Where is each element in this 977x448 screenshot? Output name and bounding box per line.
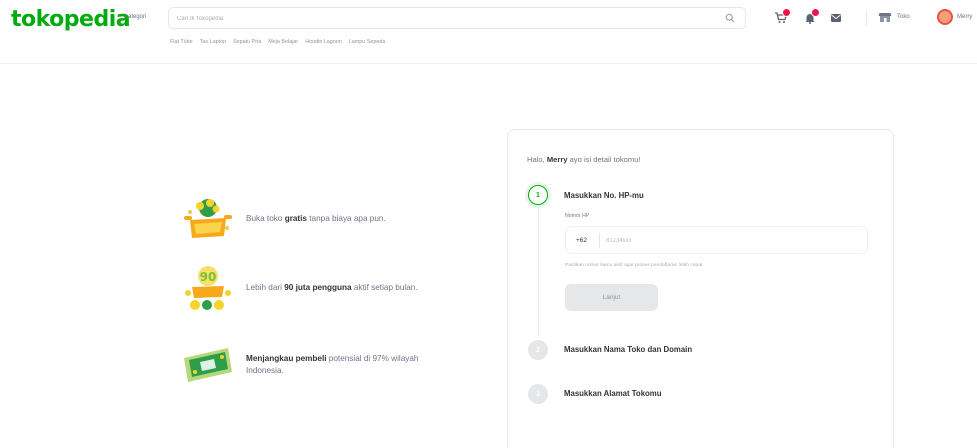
search-bar: [168, 7, 746, 29]
benefit-text: Menjangkau pembeli potensial di 97% wila…: [246, 354, 419, 375]
search-icon: [725, 13, 735, 23]
phone-input[interactable]: [606, 234, 856, 248]
benefit-text: Buka toko gratis tanpa biaya apa pun.: [246, 214, 386, 223]
suggestion-link[interactable]: Sepatu Pria: [233, 39, 261, 45]
cart-button[interactable]: [771, 8, 791, 27]
suggestion-link[interactable]: Meja Belajar: [268, 39, 298, 45]
reach-illustration: [184, 348, 232, 382]
step-3-indicator: 3: [528, 384, 548, 404]
step-1-indicator: 1: [528, 185, 548, 205]
stepper-line: [537, 208, 539, 336]
user-name: Merry: [957, 14, 973, 20]
country-code: +62: [576, 237, 588, 244]
next-button[interactable]: Lanjut: [565, 284, 658, 311]
header-divider: [866, 10, 867, 26]
search-button[interactable]: [715, 8, 745, 28]
store-icon: [878, 13, 892, 22]
ninety-icon: 90: [200, 270, 217, 284]
suggestion-link[interactable]: Tas Laptop: [200, 39, 226, 45]
phone-hint: Pastikan nomor kamu aktif agar proses pe…: [565, 263, 703, 268]
registration-card: Halo, Merry ayo isi detail tokomu! 1 Mas…: [507, 129, 894, 448]
notification-button[interactable]: [800, 8, 820, 27]
phone-field: +62: [565, 226, 868, 254]
greeting: Halo, Merry ayo isi detail tokomu!: [527, 155, 641, 164]
inbox-button[interactable]: [826, 9, 846, 27]
search-input[interactable]: [177, 11, 697, 26]
store-button[interactable]: Toko: [878, 11, 910, 23]
avatar: [937, 9, 953, 25]
benefit-text: Lebih dari 90 juta pengguna aktif setiap…: [246, 283, 418, 292]
suggestion-link[interactable]: Lampu Sepeda: [349, 39, 386, 45]
mail-icon: [831, 14, 841, 22]
phone-label: Nomor HP: [565, 213, 590, 219]
cart-badge: [782, 8, 791, 17]
top-header: tokopedia Kategori Flat Tübe Tas Laptop …: [0, 0, 977, 64]
benefit-item: Menjangkau pembeli potensial di 97% wila…: [180, 340, 446, 390]
users-illustration: 90: [185, 266, 231, 310]
step-2-indicator: 2: [528, 340, 548, 360]
store-label: Toko: [897, 14, 910, 20]
suggestion-link[interactable]: Hoodie Lagoon: [305, 39, 342, 45]
search-suggestions: Flat Tübe Tas Laptop Sepatu Pria Meja Be…: [170, 39, 385, 45]
phone-separator: [599, 233, 600, 248]
user-menu[interactable]: Merry: [937, 9, 972, 25]
free-store-illustration: [184, 199, 232, 238]
step-3-title: Masukkan Alamat Tokomu: [564, 389, 662, 398]
benefit-item: Buka toko gratis tanpa biaya apa pun.: [180, 194, 446, 244]
notification-badge: [811, 8, 820, 17]
tokopedia-logo[interactable]: tokopedia: [11, 7, 131, 32]
kategori-menu[interactable]: Kategori: [124, 14, 146, 20]
suggestion-link[interactable]: Flat Tübe: [170, 39, 193, 45]
step-2-title: Masukkan Nama Toko dan Domain: [564, 345, 693, 354]
benefit-item: 90 Lebih dari 90 juta pengguna aktif set…: [180, 263, 446, 313]
step-1-title: Masukkan No. HP-mu: [564, 191, 644, 200]
